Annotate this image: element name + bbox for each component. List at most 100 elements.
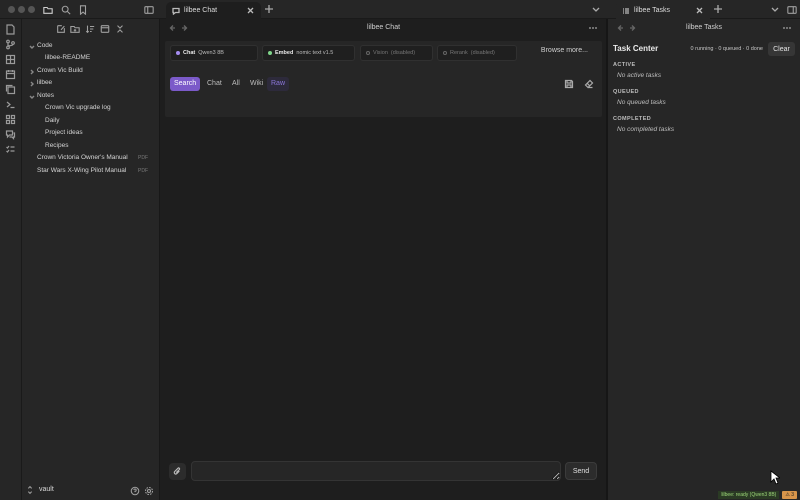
comments-icon[interactable] (5, 129, 16, 140)
mouse-cursor-icon (770, 470, 780, 485)
vision-model-chip[interactable]: Vision (disabled) (360, 45, 433, 61)
new-folder-icon[interactable] (69, 23, 81, 35)
tree-item-label: lilbee (37, 79, 53, 86)
browse-more-link[interactable]: Browse more... (541, 47, 588, 54)
tab-label: lilbee Chat (184, 7, 218, 14)
tree-item-label: Star Wars X-Wing Pilot Manual (37, 167, 127, 174)
tab-lilbee-tasks[interactable]: lilbee Tasks (616, 2, 710, 19)
status-dot (176, 51, 180, 55)
tree-file-crown-vic-upgrade-log[interactable]: Crown Vic upgrade log (22, 102, 160, 114)
chevron-down-icon (29, 43, 35, 49)
tree-file-daily[interactable]: Daily (22, 115, 160, 127)
chevron-right-icon (29, 80, 35, 87)
save-icon[interactable] (564, 79, 574, 89)
title-bar: lilbee Chat lilbee Tasks (0, 0, 800, 19)
help-icon[interactable] (129, 485, 141, 497)
status-warning-badge[interactable]: ⚠ 3 (782, 491, 797, 499)
search-icon[interactable] (60, 4, 72, 16)
chip-value: (disabled) (390, 50, 416, 56)
rerank-model-chip[interactable]: Rerank (disabled) (437, 45, 517, 61)
close-icon[interactable] (695, 6, 704, 15)
empty-queued-tasks: No queued tasks (617, 99, 666, 106)
file-icon[interactable] (5, 24, 16, 35)
chip-name: Rerank (450, 50, 468, 56)
grid-icon[interactable] (5, 54, 16, 65)
right-sidebar-toggle-icon[interactable] (786, 4, 798, 16)
tree-item-label: Notes (37, 92, 54, 99)
tree-file-lilbee-readme[interactable]: lilbee-README (22, 52, 160, 64)
git-branch-icon[interactable] (5, 39, 16, 50)
tree-folder-lilbee[interactable]: lilbee (26, 77, 160, 89)
window-zoom-button[interactable] (28, 6, 35, 13)
tree-file-recipes[interactable]: Recipes (22, 140, 160, 152)
mode-tab-wiki[interactable]: Wiki (246, 77, 267, 91)
tree-file-xwing-manual[interactable]: Star Wars X-Wing Pilot Manual PDF (22, 165, 160, 177)
send-button[interactable]: Send (565, 462, 597, 480)
more-options-icon[interactable] (782, 23, 792, 33)
pane-title: lilbee Chat (366, 24, 401, 31)
chip-name: Embed (275, 50, 294, 56)
window-minimize-button[interactable] (18, 6, 25, 13)
empty-completed-tasks: No completed tasks (617, 126, 675, 133)
tree-item-label: Project ideas (45, 129, 83, 136)
section-heading-completed: COMPLETED (613, 116, 652, 122)
tree-item-label: Recipes (45, 142, 69, 149)
auto-reveal-icon[interactable] (99, 23, 111, 35)
apps-icon[interactable] (5, 114, 16, 125)
vault-bar: vault (22, 480, 160, 500)
tree-item-label: Crown Victoria Owner's Manual (37, 154, 128, 161)
left-ribbon (0, 19, 22, 500)
sidebar-toggle-icon[interactable] (143, 4, 155, 16)
chat-pane-header: lilbee Chat (161, 19, 606, 37)
tree-item-label: Crown Vic upgrade log (45, 104, 111, 111)
vault-name[interactable]: vault (39, 486, 54, 493)
collapse-all-icon[interactable] (114, 23, 126, 35)
window-close-button[interactable] (8, 6, 15, 13)
chat-input-row: Send (169, 461, 599, 481)
status-ready-indicator[interactable]: lilbee: ready (Qwen3 8B) (718, 491, 780, 499)
tasks-list-icon[interactable] (5, 144, 16, 155)
sort-icon[interactable] (84, 23, 96, 35)
embed-model-chip[interactable]: Embed nomic text v1.5 (262, 45, 355, 61)
chevron-down-icon[interactable] (770, 4, 780, 14)
chat-input[interactable] (191, 461, 561, 481)
tree-item-label: Crown Vic Build (37, 67, 83, 74)
chat-bubble-icon (172, 7, 180, 15)
copy-icon[interactable] (5, 84, 16, 95)
mode-tab-search[interactable]: Search (170, 77, 201, 91)
vault-switch-icon[interactable] (25, 485, 35, 495)
tree-item-label: Daily (45, 117, 60, 124)
paperclip-icon[interactable] (169, 463, 186, 480)
tree-folder-notes[interactable]: Notes (26, 90, 160, 102)
gear-icon[interactable] (143, 485, 155, 497)
clear-button[interactable]: Clear (768, 42, 795, 56)
new-note-icon[interactable] (55, 23, 67, 35)
tree-folder-code[interactable]: Code (26, 40, 160, 52)
bookmark-icon[interactable] (77, 4, 89, 16)
checklist-icon (622, 7, 630, 15)
calendar-icon[interactable] (5, 69, 16, 80)
tree-file-crown-victoria-manual[interactable]: Crown Victoria Owner's Manual PDF (22, 152, 160, 164)
new-tab-icon[interactable] (264, 4, 274, 14)
chevron-down-icon[interactable] (591, 4, 601, 14)
mode-tab-raw[interactable]: Raw (267, 77, 290, 91)
new-tab-icon[interactable] (713, 4, 723, 14)
tree-file-project-ideas[interactable]: Project ideas (22, 127, 160, 139)
tab-lilbee-chat[interactable]: lilbee Chat (166, 2, 261, 19)
chat-pane: lilbee Chat Chat Qwen3 8B Embed nomic te… (161, 19, 606, 500)
tree-folder-crown-vic-build[interactable]: Crown Vic Build (26, 65, 160, 77)
file-type-badge: PDF (138, 168, 148, 174)
status-dot (366, 51, 370, 55)
status-dot (443, 51, 447, 55)
eraser-icon[interactable] (584, 79, 594, 89)
section-heading-active: ACTIVE (613, 62, 636, 68)
chip-value: (disabled) (470, 50, 495, 56)
tasks-pane-header: lilbee Tasks (608, 19, 800, 37)
terminal-icon[interactable] (5, 99, 16, 110)
more-options-icon[interactable] (588, 23, 598, 33)
chat-model-chip[interactable]: Chat Qwen3 8B (170, 45, 258, 61)
close-icon[interactable] (246, 6, 255, 15)
mode-tab-all[interactable]: All (228, 77, 244, 91)
mode-tab-chat[interactable]: Chat (203, 77, 226, 91)
folder-icon[interactable] (42, 4, 54, 16)
